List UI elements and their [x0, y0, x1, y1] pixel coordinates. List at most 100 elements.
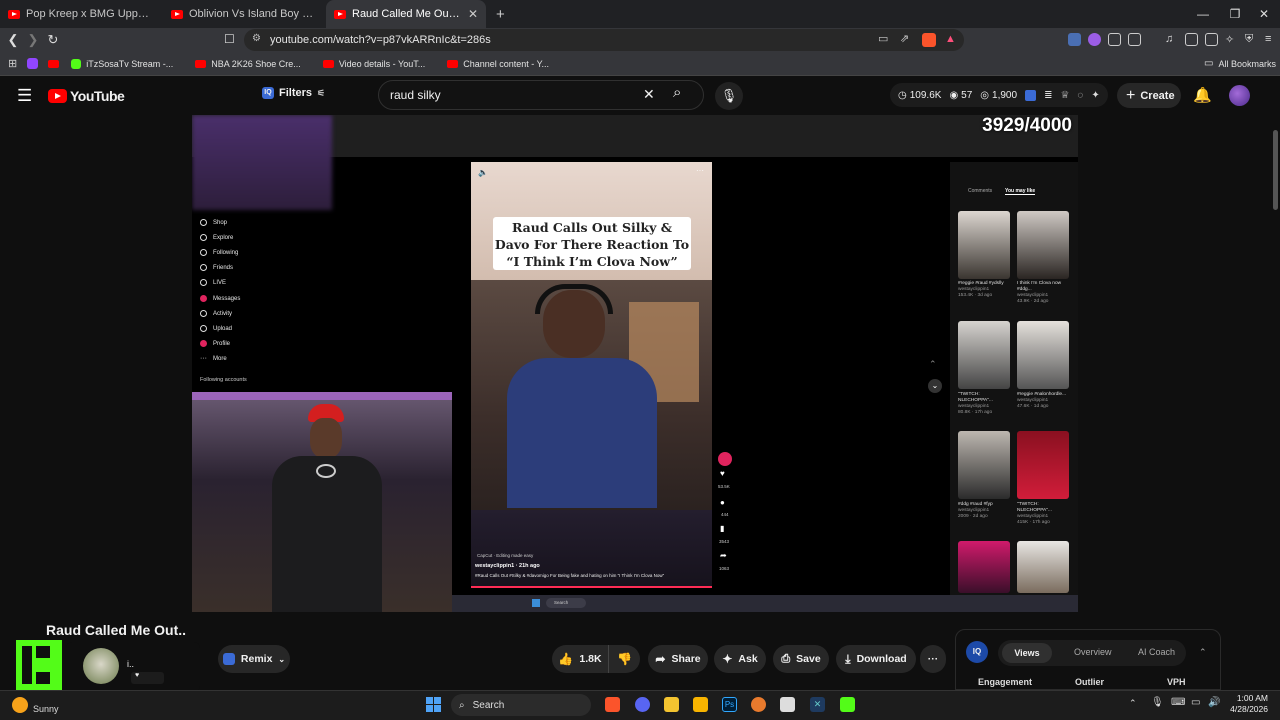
wallet-icon[interactable]	[1205, 33, 1218, 46]
taskbar-search[interactable]: ⌕ Search	[451, 694, 591, 716]
forward-icon[interactable]: ❯	[23, 32, 43, 48]
cast-icon[interactable]: ▭	[878, 32, 888, 45]
short-caption: #Raud Calls Out #Silky & #davomigo For B…	[475, 573, 665, 578]
bookmark-channel-content[interactable]: Channel content - Y...	[447, 59, 549, 69]
rec-thumb-7	[958, 541, 1010, 593]
sidebar-toggle-icon[interactable]	[1185, 33, 1198, 46]
brave-browser-icon[interactable]	[605, 697, 620, 712]
channel-avatar[interactable]	[83, 648, 119, 684]
bookmark-star-icon[interactable]: ☐	[224, 32, 235, 46]
youtube-logo-icon	[48, 89, 67, 103]
windows-start-icon[interactable]	[426, 697, 441, 712]
network-icon[interactable]: ▭	[1191, 697, 1200, 708]
new-tab-button[interactable]: +	[496, 6, 505, 23]
extension-icon[interactable]	[1088, 33, 1101, 46]
brave-rewards-icon[interactable]: ▲	[945, 33, 956, 45]
twitch-bookmark-icon[interactable]	[27, 58, 39, 69]
youtube-logo[interactable]: YouTube	[48, 88, 125, 104]
microphone-icon[interactable]: 🎙	[1151, 697, 1164, 708]
site-info-icon[interactable]: ⚙	[252, 33, 261, 44]
youtube-bookmark-icon[interactable]	[48, 59, 60, 68]
blue-shirt	[507, 358, 657, 508]
webcam-feed	[192, 392, 452, 612]
bookmark-itzsosatv[interactable]: iTzSosaTv Stream -...	[71, 58, 173, 69]
tab-views[interactable]: Views	[1002, 643, 1052, 663]
tray-chevron-icon[interactable]: ⌃	[1129, 698, 1137, 709]
extension-icon[interactable]	[1108, 33, 1121, 46]
list-icon[interactable]: ≣	[1044, 90, 1052, 101]
discord-icon[interactable]	[635, 697, 650, 712]
ask-button[interactable]: ✦ Ask	[714, 645, 766, 673]
video-player[interactable]: 3929/4000 Shop Explore Following Friends…	[192, 115, 1078, 612]
recorded-search: Search	[546, 598, 586, 608]
folder-icon: ▭	[1204, 58, 1214, 69]
minimize-icon[interactable]: —	[1187, 0, 1219, 28]
keyboard-icon[interactable]: ⌨	[1171, 697, 1185, 708]
search-icon[interactable]: ⌕	[673, 84, 681, 101]
account-avatar[interactable]	[1229, 85, 1250, 106]
restore-icon[interactable]: ❐	[1219, 0, 1251, 28]
close-window-icon[interactable]: ✕	[1248, 0, 1280, 28]
extension-icon[interactable]	[1068, 33, 1081, 46]
share-button[interactable]: ➦ Share	[648, 645, 708, 673]
leo-icon[interactable]: ✧	[1225, 33, 1238, 46]
dislike-button[interactable]: 👎	[608, 645, 640, 673]
tab-2[interactable]: Oblivion Vs Island Boy Red Full Fi	[163, 0, 326, 28]
vidiq-icon[interactable]	[1025, 89, 1037, 101]
clock[interactable]: 1:00 AM 4/28/2026	[1224, 693, 1268, 715]
photoshop-icon[interactable]: Ps	[722, 697, 737, 712]
weather-text[interactable]: Sunny	[33, 704, 59, 714]
trophy-icon[interactable]: ♕	[1060, 90, 1069, 101]
remix-button[interactable]: Remix ⌄	[218, 645, 290, 673]
page-scrollbar[interactable]	[1273, 130, 1278, 210]
shop-icon	[200, 219, 207, 226]
menu-icon[interactable]: ≡	[1265, 33, 1278, 46]
tab-close-icon[interactable]: ✕	[468, 7, 478, 21]
create-button[interactable]: + Create	[1117, 83, 1181, 108]
extension-icon[interactable]	[1128, 33, 1141, 46]
vpn-icon[interactable]: ⛨	[1245, 33, 1258, 46]
brave-shield-icon[interactable]	[922, 33, 936, 47]
apps-icon[interactable]: ⊞	[8, 57, 17, 70]
download-button[interactable]: ⤓ Download	[836, 645, 916, 673]
tab-overview[interactable]: Overview	[1074, 647, 1112, 657]
all-bookmarks[interactable]: ▭ All Bookmarks	[1204, 58, 1276, 69]
channel-name[interactable]: i..	[127, 659, 134, 669]
tab-3-active[interactable]: Raud Called Me Out.. - YouTu✕	[326, 0, 486, 28]
search-input[interactable]: raud silky ✕ ⌕	[378, 80, 704, 110]
back-icon[interactable]: ❮	[3, 32, 23, 48]
tab-ai-coach[interactable]: AI Coach	[1138, 647, 1175, 657]
reload-icon[interactable]: ↻	[43, 32, 63, 48]
messages-icon	[200, 295, 207, 302]
collapse-icon[interactable]: ⌃	[1199, 647, 1207, 658]
chevron-down-icon: ⌄	[278, 654, 286, 664]
app-icon[interactable]	[751, 697, 766, 712]
rec-caption-6: "TWITCH: NLECHOPPA"... westayclippin1 415K…	[1017, 502, 1052, 525]
notifications-bell-icon[interactable]: 🔔	[1193, 86, 1212, 104]
chat-icon[interactable]: ◌	[1077, 90, 1083, 101]
tab-1[interactable]: Pop Kreep x BMG UpperClass | Drill M	[0, 0, 163, 28]
volume-icon[interactable]: 🔊	[1208, 697, 1220, 708]
sparkle-icon[interactable]: ✦	[1091, 90, 1099, 101]
like-button[interactable]: 👍 1.8K	[552, 645, 608, 673]
live-icon	[200, 279, 207, 286]
hamburger-menu-icon[interactable]: ☰	[17, 86, 32, 106]
clear-search-icon[interactable]: ✕	[643, 86, 655, 103]
kick-icon[interactable]	[840, 697, 855, 712]
address-bar[interactable]: ⚙ youtube.com/watch?v=p87vkARRnIc&t=286s…	[244, 29, 964, 51]
more-actions-button[interactable]: ···	[920, 645, 946, 673]
activity-icon	[200, 310, 207, 317]
rec-thumb-3	[958, 321, 1010, 389]
save-button[interactable]: ⎙ Save	[773, 645, 829, 673]
voice-search-icon[interactable]: 🎙	[715, 82, 743, 110]
share-page-icon[interactable]: ⇗	[900, 32, 909, 45]
app-icon[interactable]	[780, 697, 795, 712]
bookmark-video-details[interactable]: Video details - YouT...	[322, 59, 425, 69]
file-explorer-icon[interactable]	[664, 697, 679, 712]
media-icon[interactable]: ♫	[1165, 33, 1178, 46]
bookmark-nba2k26[interactable]: NBA 2K26 Shoe Cre...	[195, 59, 301, 69]
weather-sun-icon[interactable]	[12, 697, 28, 713]
app-icon[interactable]	[693, 697, 708, 712]
filters-button[interactable]: IQ Filters ⚟	[262, 87, 325, 99]
app-icon[interactable]: ✕	[810, 697, 825, 712]
